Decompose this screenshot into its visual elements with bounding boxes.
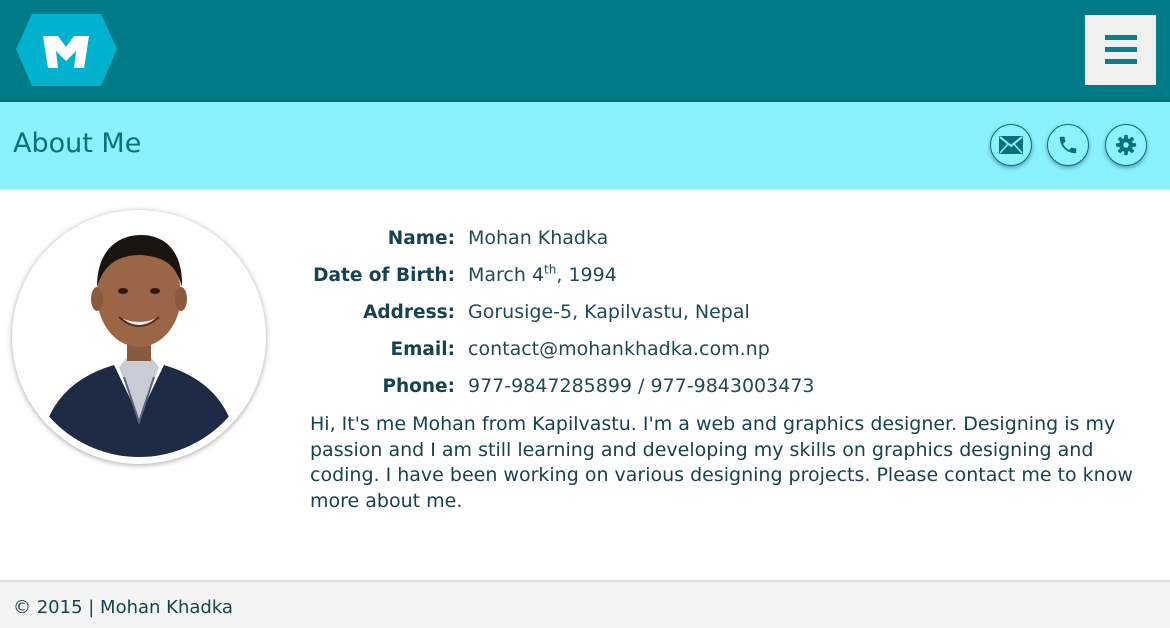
profile-photo-frame: [12, 210, 266, 464]
detail-row-name: Name: Mohan Khadka: [300, 220, 860, 257]
phone-icon: [1059, 136, 1077, 154]
detail-value-address: Gorusige-5, Kapilvastu, Nepal: [468, 301, 750, 323]
hamburger-icon: [1104, 35, 1137, 64]
gear-icon: [1115, 134, 1137, 156]
detail-value-dob: March 4th, 1994: [468, 257, 617, 294]
detail-label: Email:: [390, 339, 455, 360]
detail-row-email: Email: contact@mohankhadka.com.np: [300, 331, 860, 368]
detail-row-dob: Date of Birth: March 4th, 1994: [300, 257, 860, 294]
email-button[interactable]: [990, 124, 1032, 166]
person-portrait-icon: [19, 217, 259, 457]
copyright-text: © 2015 | Mohan Khadka: [13, 597, 233, 618]
dob-year: , 1994: [556, 264, 617, 286]
envelope-icon: [999, 136, 1023, 154]
detail-label: Name:: [387, 228, 455, 249]
top-navbar: [0, 0, 1170, 102]
detail-label: Date of Birth:: [313, 265, 455, 286]
detail-label: Phone:: [382, 376, 455, 397]
detail-value-phone: 977-9847285899 / 977-9843003473: [468, 375, 815, 397]
dob-ordinal: th: [544, 262, 557, 277]
page-title: About Me: [13, 128, 142, 159]
settings-button[interactable]: [1105, 124, 1147, 166]
detail-label: Address:: [363, 302, 455, 323]
hamburger-menu-button[interactable]: menu: [1085, 15, 1156, 85]
site-logo[interactable]: M: [16, 14, 117, 86]
dob-month-day: March 4: [468, 264, 545, 286]
phone-button[interactable]: [1047, 124, 1089, 166]
detail-value-email: contact@mohankhadka.com.np: [468, 338, 770, 360]
detail-row-phone: Phone: 977-9847285899 / 977-9843003473: [300, 368, 860, 405]
profile-details: Name: Mohan Khadka Date of Birth: March …: [300, 220, 860, 405]
logo-icon: [16, 14, 117, 86]
bio-paragraph: Hi, It's me Mohan from Kapilvastu. I'm a…: [310, 413, 1133, 512]
detail-value-name: Mohan Khadka: [468, 227, 609, 249]
detail-row-address: Address: Gorusige-5, Kapilvastu, Nepal: [300, 294, 860, 331]
profile-photo: [19, 217, 259, 457]
